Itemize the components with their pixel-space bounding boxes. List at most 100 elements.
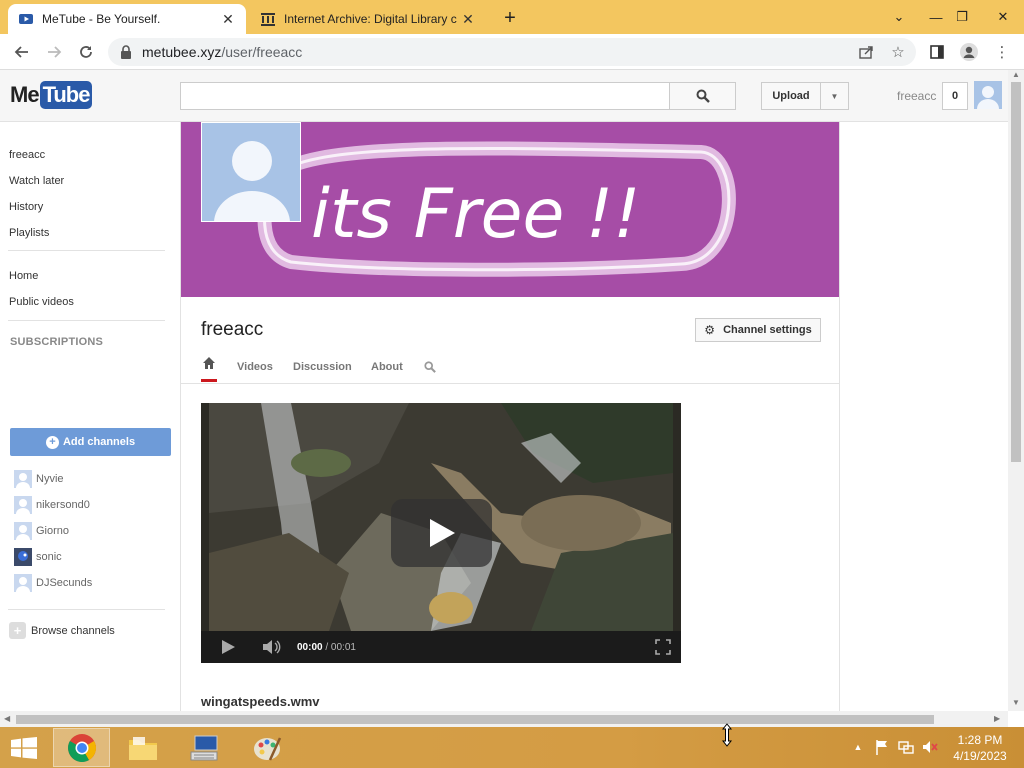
gear-icon: ⚙ [704,323,716,337]
search-input[interactable] [180,82,670,110]
guide-item-playlists[interactable]: Playlists [9,227,49,239]
action-center-flag-icon[interactable] [874,739,890,755]
logo-me-text: Me [10,82,40,107]
scroll-down-icon[interactable]: ▼ [1012,698,1020,707]
divider [8,320,165,321]
channel-settings-button[interactable]: ⚙ Channel settings [695,318,821,342]
subscription-item[interactable]: DJSecunds [14,574,92,592]
notification-count[interactable]: 0 [942,82,968,110]
avatar [14,522,32,540]
divider [8,609,165,610]
channel-title: freeacc [201,319,264,340]
banner-text: its Free !! [311,175,640,254]
scroll-right-icon[interactable]: ▶ [994,714,1000,723]
subscription-name: nikersond0 [36,499,90,511]
guide-item-freeacc[interactable]: freeacc [9,149,45,161]
taskbar-remote-desktop[interactable] [176,728,233,767]
page-viewport: Me Tube Upload ▼ freeacc 0 freeacc Watch … [0,70,1008,711]
avatar [14,574,32,592]
subscription-item[interactable]: nikersond0 [14,496,90,514]
tab-home[interactable] [201,356,217,382]
guide-item-watch-later[interactable]: Watch later [9,175,64,187]
horizontal-scrollbar[interactable]: ◀ ▶ [0,711,1008,727]
tab-search-chevron-icon[interactable]: ⌄ [882,0,916,34]
archive-favicon-icon [261,13,275,26]
start-button[interactable] [0,728,48,767]
guide-item-home[interactable]: Home [9,270,38,282]
browse-channels-link[interactable]: + Browse channels [9,622,115,639]
url-host: metubee.xyz [142,44,222,60]
user-avatar[interactable] [974,81,1002,109]
profile-icon[interactable] [959,42,979,62]
subscription-name: Giorno [36,525,70,537]
channel-page: its Free !! freeacc ⚙ Channel settings Vi… [180,122,840,711]
share-icon[interactable] [856,42,876,62]
tab-discussion[interactable]: Discussion [293,361,352,373]
back-arrow-icon[interactable] [10,40,34,64]
tab-about[interactable]: About [371,361,403,373]
tab-metube[interactable]: MeTube - Be Yourself. ✕ [8,4,246,34]
menu-dots-icon[interactable]: ⋮ [992,42,1012,62]
site-header: Me Tube Upload ▼ freeacc 0 [0,70,1008,122]
address-bar[interactable]: metubee.xyz/user/freeacc [108,38,916,66]
upload-button[interactable]: Upload [761,82,821,110]
channel-search-icon[interactable] [424,361,436,376]
tab-title: MeTube - Be Yourself. [42,12,161,26]
add-channels-button[interactable]: + Add channels [10,428,171,456]
time-separator: / [322,641,331,653]
fullscreen-icon[interactable] [655,639,671,655]
guide-item-public-videos[interactable]: Public videos [9,296,74,308]
volume-muted-icon[interactable] [922,739,938,755]
volume-icon[interactable] [262,639,282,655]
search-button[interactable] [669,82,736,110]
show-hidden-icons-icon[interactable]: ▲ [850,739,866,755]
subscription-item[interactable]: sonic [14,548,62,566]
guide-item-history[interactable]: History [9,201,43,213]
subscription-item[interactable]: Nyvie [14,470,64,488]
play-icon [429,519,455,547]
avatar [14,548,32,566]
forward-arrow-icon[interactable] [42,40,66,64]
upload-dropdown-button[interactable]: ▼ [820,82,849,110]
scroll-up-icon[interactable]: ▲ [1012,70,1020,79]
guide-sidebar: freeacc Watch later History Playlists Ho… [0,122,176,711]
metube-favicon-icon [19,14,33,24]
vertical-scrollbar[interactable]: ▲ ▼ [1008,70,1024,711]
close-tab-icon[interactable]: ✕ [220,11,236,27]
scrollbar-thumb[interactable] [16,715,934,724]
channel-avatar[interactable] [201,122,301,222]
windows-taskbar: ▲ 1:28 PM 4/19/2023 [0,727,1024,768]
taskbar-chrome[interactable] [53,728,110,767]
network-icon[interactable] [898,739,914,755]
lock-icon [121,45,131,59]
bookmark-star-icon[interactable]: ☆ [888,42,908,62]
scrollbar-thumb[interactable] [1011,82,1021,462]
reload-icon[interactable] [74,40,98,64]
taskbar-file-explorer[interactable] [114,728,171,767]
keyboard-monitor-icon [190,735,217,760]
play-small-icon[interactable] [221,640,235,654]
close-window-icon[interactable]: ✕ [982,0,1024,34]
folder-icon [128,736,157,760]
subscription-name: DJSecunds [36,577,93,589]
tab-videos[interactable]: Videos [237,361,273,373]
tab-internet-archive[interactable]: Internet Archive: Digital Library c ✕ [250,4,486,34]
system-clock[interactable]: 1:28 PM 4/19/2023 [946,732,1014,764]
scroll-left-icon[interactable]: ◀ [4,714,10,723]
divider [8,250,165,251]
restore-icon[interactable]: ❐ [945,0,979,34]
subscription-item[interactable]: Giorno [14,522,69,540]
tab-title: Internet Archive: Digital Library c [284,12,457,26]
taskbar-paint[interactable] [238,728,295,767]
subscription-name: sonic [36,551,62,563]
avatar [14,496,32,514]
header-username[interactable]: freeacc [897,89,936,103]
play-overlay-button[interactable] [391,499,492,567]
video-player[interactable]: 00:00 / 00:01 [201,403,681,663]
video-title[interactable]: wingatspeeds.wmv [201,694,319,709]
search-icon [696,89,710,103]
close-tab-icon[interactable]: ✕ [460,11,476,27]
side-panel-icon[interactable] [927,42,947,62]
metube-logo[interactable]: Me Tube [10,81,93,109]
new-tab-button[interactable]: + [498,6,522,30]
